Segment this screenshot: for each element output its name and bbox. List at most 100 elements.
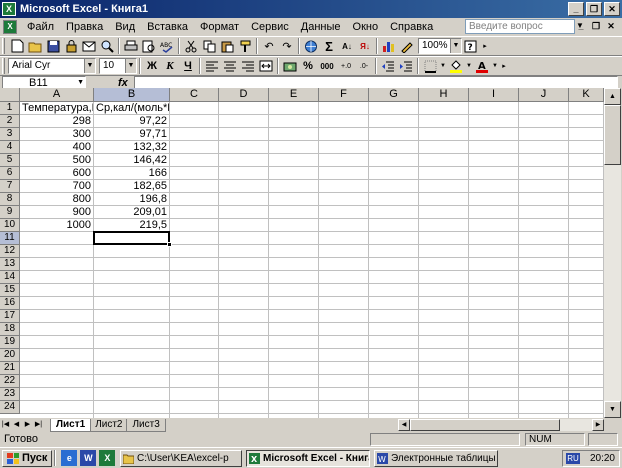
menu-window[interactable]: Окно — [347, 19, 385, 35]
toolbar-options-icon[interactable]: ▸ — [480, 37, 490, 55]
underline-button[interactable]: Ч — [179, 57, 197, 75]
increase-indent-icon[interactable] — [397, 57, 415, 75]
permission-icon[interactable] — [62, 37, 80, 55]
row-header-23[interactable]: 23 — [0, 388, 20, 401]
row-header-12[interactable]: 12 — [0, 245, 20, 258]
excel-app-icon[interactable]: X — [2, 2, 16, 16]
chevron-down-icon[interactable]: ▼ — [450, 39, 461, 53]
cell-B5[interactable]: 146,42 — [94, 154, 169, 166]
undo-icon[interactable]: ↶ — [260, 37, 278, 55]
scroll-right-button[interactable]: ▶ — [592, 419, 604, 431]
search-icon[interactable] — [98, 37, 116, 55]
row-header-3[interactable]: 3 — [0, 128, 20, 141]
fill-color-icon[interactable] — [447, 57, 465, 75]
prev-sheet-button[interactable]: ◀ — [11, 419, 22, 431]
font-name-select[interactable]: Arial Cyr ▼ — [8, 58, 96, 74]
task-document[interactable]: W Электронные таблицы ... — [374, 450, 498, 467]
align-left-icon[interactable] — [203, 57, 221, 75]
minimize-button[interactable]: _ — [568, 2, 584, 16]
row-header-7[interactable]: 7 — [0, 180, 20, 193]
chevron-down-icon[interactable]: ▼ — [491, 57, 499, 75]
doc-restore-button[interactable]: ❐ — [589, 20, 603, 33]
row-header-14[interactable]: 14 — [0, 271, 20, 284]
column-header-E[interactable]: E — [269, 88, 319, 102]
task-excel[interactable]: X Microsoft Excel - Книга1 — [246, 450, 370, 467]
column-header-F[interactable]: F — [319, 88, 369, 102]
align-center-icon[interactable] — [221, 57, 239, 75]
task-folder[interactable]: C:\User\KEA\excel-p — [120, 450, 242, 467]
language-indicator[interactable]: RU — [566, 453, 580, 464]
percent-button[interactable]: % — [299, 57, 317, 75]
row-header-16[interactable]: 16 — [0, 297, 20, 310]
column-header-B[interactable]: B — [94, 88, 170, 102]
cell-A10[interactable]: 1000 — [20, 219, 93, 231]
autosum-icon[interactable]: Σ — [320, 37, 338, 55]
row-header-22[interactable]: 22 — [0, 375, 20, 388]
cell-B6[interactable]: 166 — [94, 167, 169, 179]
row-header-17[interactable]: 17 — [0, 310, 20, 323]
cell-A3[interactable]: 300 — [20, 128, 93, 140]
help-question-input[interactable]: Введите вопрос — [465, 19, 575, 34]
toolbar-grip[interactable] — [2, 58, 5, 74]
italic-button[interactable]: К — [161, 57, 179, 75]
row-header-5[interactable]: 5 — [0, 154, 20, 167]
scroll-left-button[interactable]: ◀ — [398, 419, 410, 431]
word-icon[interactable]: W — [80, 450, 97, 466]
sheet-tab-3[interactable]: Лист3 — [126, 418, 166, 432]
cell-B10[interactable]: 219,5 — [94, 219, 169, 231]
cell-B4[interactable]: 132,32 — [94, 141, 169, 153]
chevron-down-icon[interactable]: ▼ — [84, 59, 95, 73]
cell-A2[interactable]: 298 — [20, 115, 93, 127]
open-folder-icon[interactable] — [26, 37, 44, 55]
column-header-A[interactable]: A — [20, 88, 94, 102]
zoom-select[interactable]: 100% ▼ — [418, 38, 462, 54]
column-header-C[interactable]: C — [170, 88, 219, 102]
cell-A5[interactable]: 500 — [20, 154, 93, 166]
copy-icon[interactable] — [200, 37, 218, 55]
cell-A7[interactable]: 700 — [20, 180, 93, 192]
cell-A8[interactable]: 800 — [20, 193, 93, 205]
document-icon[interactable]: X — [3, 20, 17, 34]
toolbar-options-icon[interactable]: ▸ — [499, 57, 509, 75]
help-icon[interactable]: ? — [462, 37, 480, 55]
thousands-separator-button[interactable]: 000 — [317, 57, 337, 75]
start-button[interactable]: Пуск — [2, 449, 53, 467]
chevron-down-icon[interactable]: ▼ — [439, 57, 447, 75]
row-header-1[interactable]: 1 — [0, 102, 20, 115]
merge-center-icon[interactable] — [257, 57, 275, 75]
hyperlink-icon[interactable] — [302, 37, 320, 55]
row-header-10[interactable]: 10 — [0, 219, 20, 232]
bold-button[interactable]: Ж — [143, 57, 161, 75]
cell-B8[interactable]: 196,8 — [94, 193, 169, 205]
column-header-J[interactable]: J — [519, 88, 569, 102]
menu-format[interactable]: Формат — [194, 19, 245, 35]
align-right-icon[interactable] — [239, 57, 257, 75]
sort-ascending-icon[interactable]: A↓ — [338, 37, 356, 55]
horizontal-scroll-thumb[interactable] — [410, 419, 560, 431]
worksheet-grid[interactable]: A B C D E F G H I J K 1 2 3 4 5 6 7 8 9 10 11 12 13 14 15 16 17 18 19… — [0, 88, 604, 418]
menu-data[interactable]: Данные — [295, 19, 347, 35]
row-header-19[interactable]: 19 — [0, 336, 20, 349]
menu-view[interactable]: Вид — [109, 19, 141, 35]
row-header-9[interactable]: 9 — [0, 206, 20, 219]
row-header-21[interactable]: 21 — [0, 362, 20, 375]
cell-A1[interactable]: Температура,К — [20, 102, 93, 114]
currency-icon[interactable] — [281, 57, 299, 75]
sheet-tab-2[interactable]: Лист2 — [89, 418, 129, 432]
cut-icon[interactable] — [182, 37, 200, 55]
first-sheet-button[interactable]: |◀ — [0, 419, 11, 431]
maximize-button[interactable]: ❐ — [586, 2, 602, 16]
chevron-down-icon[interactable]: ▼ — [125, 59, 136, 73]
menu-insert[interactable]: Вставка — [141, 19, 194, 35]
excel-icon[interactable]: X — [99, 450, 116, 466]
last-sheet-button[interactable]: ▶| — [33, 419, 44, 431]
horizontal-scrollbar[interactable]: ◀ ▶ — [398, 419, 604, 431]
toolbar-grip[interactable] — [2, 38, 5, 54]
print-preview-icon[interactable] — [140, 37, 158, 55]
row-header-11[interactable]: 11 — [0, 232, 20, 245]
row-header-20[interactable]: 20 — [0, 349, 20, 362]
close-button[interactable]: ✕ — [604, 2, 620, 16]
menu-edit[interactable]: Правка — [60, 19, 109, 35]
doc-close-button[interactable]: ✕ — [604, 20, 618, 33]
menu-file[interactable]: Файл — [21, 19, 60, 35]
